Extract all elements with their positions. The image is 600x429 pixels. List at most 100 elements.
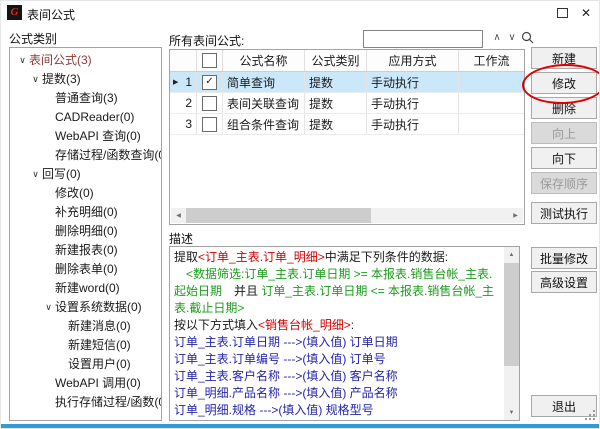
- delete-button[interactable]: 删除: [531, 97, 597, 119]
- resize-grip[interactable]: [584, 410, 595, 421]
- row-checkbox-cell[interactable]: [197, 93, 223, 113]
- search-next-icon[interactable]: ∨: [505, 32, 519, 43]
- apply-mode-cell[interactable]: 手动执行: [367, 72, 459, 92]
- chevron-down-icon[interactable]: ∨: [16, 51, 29, 70]
- row-checkbox-cell[interactable]: [197, 114, 223, 134]
- tree-item[interactable]: ∨表间公式(3): [10, 51, 161, 70]
- tree-item[interactable]: 补充明细(0): [10, 203, 161, 222]
- apply-mode-cell[interactable]: 手动执行: [367, 93, 459, 113]
- checkbox-checked[interactable]: ✓: [202, 75, 217, 90]
- title-bar[interactable]: G 表间公式 ✕: [1, 1, 599, 25]
- search-icon[interactable]: [520, 31, 534, 47]
- tree-item-label: 存储过程/函数查询(0): [55, 146, 162, 165]
- chevron-down-icon[interactable]: ∨: [29, 165, 42, 184]
- app-logo-icon: G: [7, 5, 22, 20]
- header-formula-category[interactable]: 公式类别: [305, 50, 367, 71]
- tree-item[interactable]: 执行存储过程/函数(0): [10, 393, 161, 412]
- tree-item-label: 补充明细(0): [55, 203, 118, 222]
- formula-category-cell[interactable]: 提数: [305, 114, 367, 134]
- close-icon: ✕: [581, 6, 591, 20]
- search-input[interactable]: [363, 30, 483, 48]
- header-formula-name[interactable]: 公式名称: [223, 50, 305, 71]
- tree-item[interactable]: ∨回写(0): [10, 165, 161, 184]
- scroll-up-icon[interactable]: ▲: [504, 247, 519, 262]
- workflow-cell[interactable]: [459, 93, 524, 113]
- chevron-down-icon[interactable]: ∨: [42, 298, 55, 317]
- header-rownum: [170, 50, 197, 71]
- formula-category-cell[interactable]: 提数: [305, 72, 367, 92]
- tree-item[interactable]: 存储过程/函数查询(0): [10, 146, 161, 165]
- tree-item[interactable]: WebAPI 调用(0): [10, 374, 161, 393]
- tree-item[interactable]: 设置用户(0): [10, 355, 161, 374]
- row-checkbox-cell[interactable]: ✓: [197, 72, 223, 92]
- tree-item[interactable]: 普通查询(3): [10, 89, 161, 108]
- chevron-down-icon[interactable]: ∨: [29, 70, 42, 89]
- table-horizontal-scrollbar[interactable]: ◀ ▶: [171, 208, 523, 223]
- window-title: 表间公式: [27, 6, 75, 23]
- scroll-left-icon[interactable]: ◀: [171, 212, 186, 219]
- table-row[interactable]: 3 组合条件查询提数手动执行: [170, 114, 524, 135]
- advanced-settings-button[interactable]: 高级设置: [531, 271, 597, 293]
- select-all-checkbox[interactable]: [202, 53, 217, 68]
- batch-modify-button[interactable]: 批量修改: [531, 247, 597, 269]
- tree-item[interactable]: 删除表单(0): [10, 260, 161, 279]
- modify-button[interactable]: 修改: [531, 72, 597, 94]
- maximize-button[interactable]: [549, 3, 575, 23]
- search-prev-icon[interactable]: ∧: [490, 32, 504, 43]
- test-run-button[interactable]: 测试执行: [531, 202, 597, 224]
- tree-item[interactable]: 新建报表(0): [10, 241, 161, 260]
- new-button[interactable]: 新建: [531, 47, 597, 69]
- tree-item[interactable]: 新建消息(0): [10, 317, 161, 336]
- formula-name-cell[interactable]: 表间关联查询: [223, 93, 305, 113]
- table-body: ▶1✓简单查询提数手动执行2表间关联查询提数手动执行3组合条件查询提数手动执行: [170, 72, 524, 135]
- tree-item[interactable]: WebAPI 查询(0): [10, 127, 161, 146]
- table-row[interactable]: 2 表间关联查询提数手动执行: [170, 93, 524, 114]
- apply-mode-cell[interactable]: 手动执行: [367, 114, 459, 134]
- header-checkbox-cell[interactable]: [197, 50, 223, 71]
- formula-category-cell[interactable]: 提数: [305, 93, 367, 113]
- table-row[interactable]: ▶1✓简单查询提数手动执行: [170, 72, 524, 93]
- workflow-cell[interactable]: [459, 72, 524, 92]
- description-text: 提取<订单_主表.订单_明细>中满足下列条件的数据: <数据筛选:订单_主表.订…: [170, 247, 504, 420]
- tree-item[interactable]: 新建word(0): [10, 279, 161, 298]
- description-line: 按以下方式填入<销售台帐_明细>:: [174, 317, 500, 334]
- current-row-marker-icon: ▶: [173, 78, 178, 86]
- description-segment: <订单_主表.订单_明细>: [198, 250, 325, 264]
- description-box: 提取<订单_主表.订单_明细>中满足下列条件的数据: <数据筛选:订单_主表.订…: [169, 246, 520, 421]
- row-number: 1: [185, 75, 192, 89]
- description-segment: 订单_主表.客户名称 --->(填入值) 客户名称: [174, 369, 398, 383]
- header-apply-mode[interactable]: 应用方式: [367, 50, 459, 71]
- horizontal-scroll-thumb[interactable]: [186, 208, 371, 223]
- row-number: 3: [185, 117, 192, 131]
- tree-item[interactable]: ∨设置系统数据(0): [10, 298, 161, 317]
- vertical-scroll-thumb[interactable]: [504, 263, 519, 366]
- formula-name-cell[interactable]: 简单查询: [223, 72, 305, 92]
- tree-item[interactable]: 修改(0): [10, 184, 161, 203]
- tree-item[interactable]: ∨提数(3): [10, 70, 161, 89]
- checkbox-unchecked[interactable]: [202, 96, 217, 111]
- dialog-window: G 表间公式 ✕ 公式类别 ∨表间公式(3)∨提数(3)普通查询(3)CADRe…: [0, 0, 600, 429]
- maximize-icon: [557, 8, 568, 18]
- formula-name-cell[interactable]: 组合条件查询: [223, 114, 305, 134]
- move-up-button: 向上: [531, 122, 597, 144]
- scroll-down-icon[interactable]: ▼: [504, 405, 519, 420]
- move-down-button[interactable]: 向下: [531, 147, 597, 169]
- tree-item[interactable]: CADReader(0): [10, 108, 161, 127]
- scroll-right-icon[interactable]: ▶: [508, 212, 523, 219]
- tree-item-label: WebAPI 调用(0): [55, 374, 141, 393]
- row-number-cell[interactable]: 2: [170, 93, 197, 113]
- row-number-cell[interactable]: 3: [170, 114, 197, 134]
- tree-item-label: 设置用户(0): [68, 355, 131, 374]
- tree-item[interactable]: 新建短信(0): [10, 336, 161, 355]
- row-number-cell[interactable]: ▶1: [170, 72, 197, 92]
- tree-item[interactable]: 删除明细(0): [10, 222, 161, 241]
- description-vertical-scrollbar[interactable]: ▲ ▼: [504, 247, 519, 420]
- description-segment: 并且: [222, 284, 261, 298]
- close-button[interactable]: ✕: [573, 3, 599, 23]
- description-segment: 订单_明细.产品名称 --->(填入值) 产品名称: [174, 386, 398, 400]
- tree-item-label: 删除明细(0): [55, 222, 118, 241]
- header-workflow[interactable]: 工作流: [459, 50, 524, 71]
- formula-category-tree[interactable]: ∨表间公式(3)∨提数(3)普通查询(3)CADReader(0)WebAPI …: [9, 47, 162, 421]
- workflow-cell[interactable]: [459, 114, 524, 134]
- checkbox-unchecked[interactable]: [202, 117, 217, 132]
